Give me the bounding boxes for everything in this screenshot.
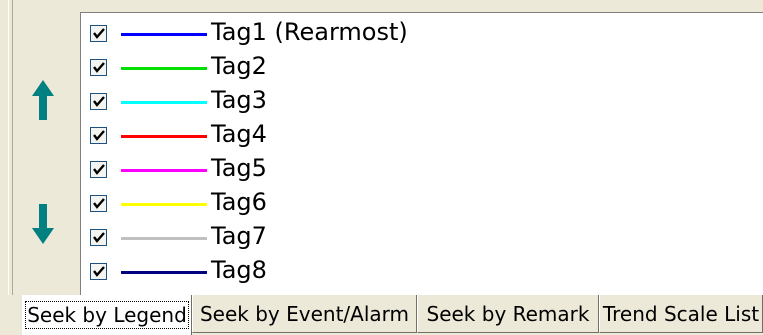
legend-item-label: Tag4 <box>211 120 267 148</box>
legend-item[interactable]: Tag4 <box>81 119 761 153</box>
legend-checkbox[interactable] <box>90 161 107 178</box>
legend-line-swatch <box>121 271 207 274</box>
legend-item-label: Tag6 <box>211 188 267 216</box>
legend-item[interactable]: Tag5 <box>81 153 761 187</box>
tab-label: Seek by Remark <box>426 301 590 326</box>
tab-label: Seek by Legend <box>25 301 189 329</box>
legend-checkbox[interactable] <box>90 25 107 42</box>
reorder-controls <box>18 0 68 295</box>
legend-item[interactable]: Tag6 <box>81 187 761 221</box>
legend-item-label: Tag1 (Rearmost) <box>211 18 408 46</box>
tab-trend-scale-list[interactable]: Trend Scale List <box>599 295 763 333</box>
legend-item[interactable]: Tag7 <box>81 221 761 255</box>
legend-checkbox[interactable] <box>90 59 107 76</box>
tab-seek-by-event-alarm[interactable]: Seek by Event/Alarm <box>192 295 417 333</box>
legend-line-swatch <box>121 101 207 104</box>
legend-line-swatch <box>121 33 207 36</box>
move-up-arrow-icon[interactable] <box>32 80 54 120</box>
tab-seek-by-remark[interactable]: Seek by Remark <box>417 295 599 333</box>
legend-item-label: Tag2 <box>211 52 267 80</box>
legend-list-box[interactable]: Tag1 (Rearmost) Tag2 Tag3 Tag4 Tag5 Tag6… <box>80 12 763 295</box>
tab-seek-by-legend[interactable]: Seek by Legend <box>22 295 192 335</box>
legend-item[interactable]: Tag8 <box>81 255 761 289</box>
legend-checkbox[interactable] <box>90 229 107 246</box>
legend-checkbox[interactable] <box>90 263 107 280</box>
legend-line-swatch <box>121 203 207 206</box>
tab-label: Seek by Event/Alarm <box>199 301 409 326</box>
move-down-arrow-icon[interactable] <box>32 204 54 244</box>
legend-item-label: Tag8 <box>211 256 267 284</box>
legend-item[interactable]: Tag1 (Rearmost) <box>81 17 761 51</box>
tab-label: Trend Scale List <box>602 301 760 326</box>
legend-checkbox[interactable] <box>90 127 107 144</box>
legend-item-label: Tag5 <box>211 154 267 182</box>
legend-item[interactable]: Tag2 <box>81 51 761 85</box>
panel-divider <box>8 0 13 295</box>
legend-checkbox[interactable] <box>90 93 107 110</box>
legend-item-label: Tag7 <box>211 222 267 250</box>
legend-line-swatch <box>121 169 207 172</box>
legend-line-swatch <box>121 237 207 240</box>
tab-strip: Seek by Legend Seek by Event/Alarm Seek by… <box>0 295 763 335</box>
legend-line-swatch <box>121 135 207 138</box>
legend-item[interactable]: Tag3 <box>81 85 761 119</box>
legend-item-label: Tag3 <box>211 86 267 114</box>
legend-panel: Tag1 (Rearmost) Tag2 Tag3 Tag4 Tag5 Tag6… <box>0 0 763 295</box>
legend-line-swatch <box>121 67 207 70</box>
legend-checkbox[interactable] <box>90 195 107 212</box>
